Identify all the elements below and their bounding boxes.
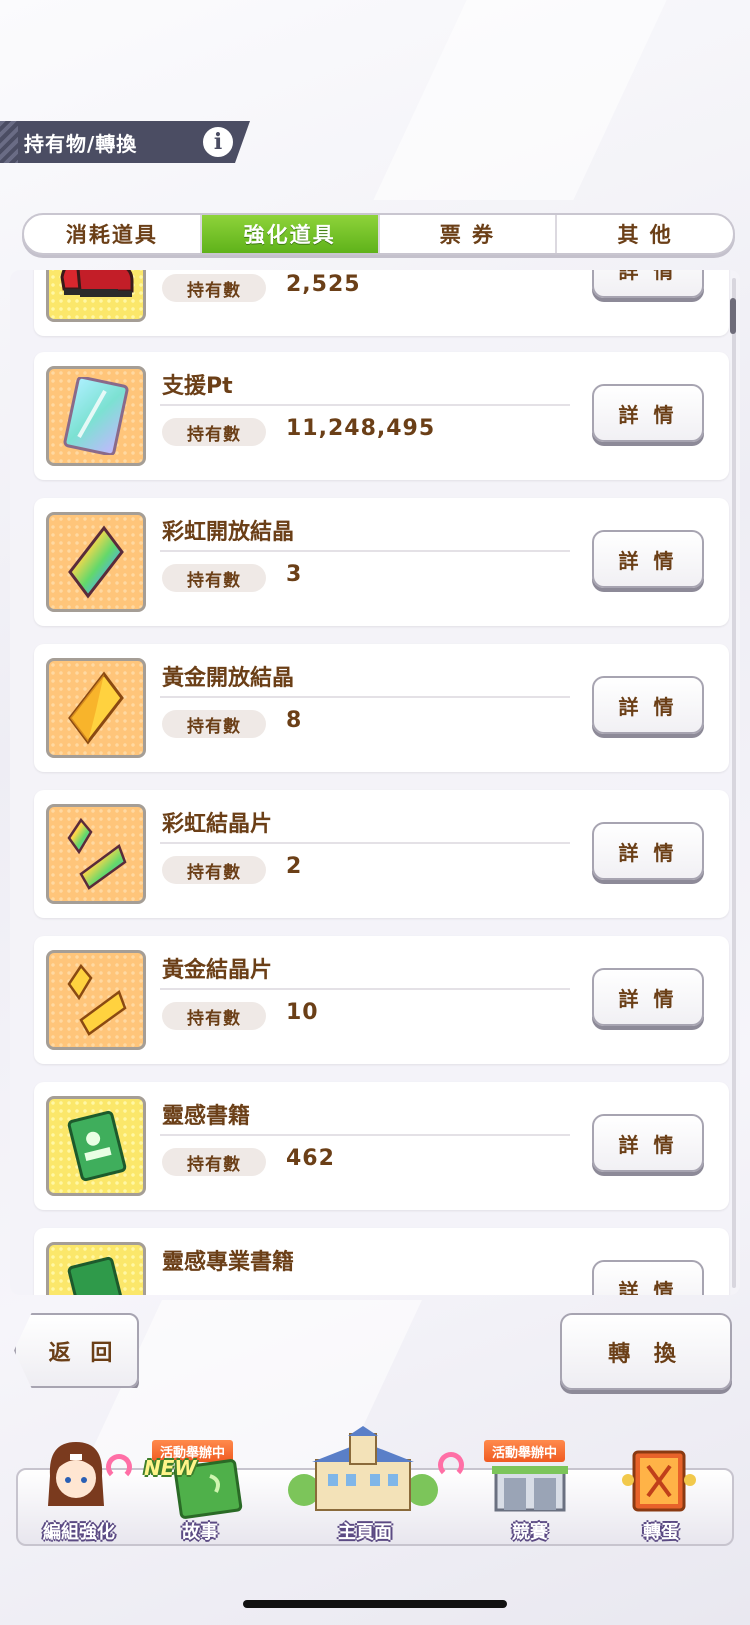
own-count-value: 2,525 <box>286 272 361 297</box>
tab-consumables[interactable]: 消耗道具 <box>24 215 202 253</box>
tab-other[interactable]: 其 他 <box>557 215 733 253</box>
divider <box>160 404 570 406</box>
horseshoe-icon <box>106 1454 132 1480</box>
nav-label: 主頁面 <box>338 1522 392 1543</box>
nav-label: 競賽 <box>512 1522 548 1543</box>
detail-button[interactable]: 詳 情 <box>592 270 704 298</box>
list-item: 黃金開放結晶 持有數 8 詳 情 <box>34 644 729 772</box>
running-shoes-icon <box>46 270 146 322</box>
detail-button[interactable]: 詳 情 <box>592 384 704 442</box>
pro-book-icon <box>46 1242 146 1295</box>
detail-button[interactable]: 詳 情 <box>592 822 704 880</box>
tab-enhancement[interactable]: 強化道具 <box>201 215 380 253</box>
own-count-value: 3 <box>286 562 303 587</box>
gold-crystal-icon <box>46 658 146 758</box>
own-count-value: 11,248,495 <box>286 416 436 441</box>
item-name: 彩虹開放結晶 <box>162 520 295 545</box>
own-count-value: 462 <box>286 1146 335 1171</box>
divider <box>160 696 570 698</box>
bottom-nav: 編組強化 活動舉辦中 NEW 故事 主頁面 活動舉辦中 競賽 轉蛋 <box>16 1426 734 1548</box>
item-name: 支援Pt <box>162 374 233 399</box>
item-name: 靈感專業書籍 <box>162 1250 295 1275</box>
info-icon[interactable]: i <box>200 124 236 160</box>
item-name: 黃金結晶片 <box>162 958 273 983</box>
inspiration-book-icon <box>46 1096 146 1196</box>
detail-button[interactable]: 詳 情 <box>592 530 704 588</box>
scrollbar-thumb[interactable] <box>730 298 736 334</box>
item-list[interactable]: 持有數 2,525 詳 情 支援Pt 持有數 11,248,495 詳 情 彩虹… <box>10 270 740 1295</box>
nav-item-story[interactable]: 活動舉辦中 NEW 故事 <box>140 1440 260 1548</box>
nav-item-race[interactable]: 活動舉辦中 競賽 <box>470 1440 590 1548</box>
own-count-value: 2 <box>286 854 303 879</box>
title-stripes <box>0 121 18 163</box>
own-count-value: 10 <box>286 1000 319 1025</box>
list-item: 彩虹開放結晶 持有數 3 詳 情 <box>34 498 729 626</box>
divider <box>160 1134 570 1136</box>
gold-shard-icon <box>46 950 146 1050</box>
rainbow-crystal-icon <box>46 512 146 612</box>
home-indicator[interactable] <box>243 1600 507 1608</box>
page-title: 持有物/轉換 <box>24 131 138 156</box>
gacha-door-icon <box>620 1446 698 1520</box>
list-item: 靈感專業書籍 詳 情 <box>34 1228 729 1295</box>
rainbow-shard-icon <box>46 804 146 904</box>
category-tabs: 消耗道具 強化道具 票 券 其 他 <box>22 213 735 255</box>
nav-item-home[interactable]: 主頁面 <box>260 1426 470 1548</box>
detail-button[interactable]: 詳 情 <box>592 1114 704 1172</box>
list-item: 持有數 2,525 詳 情 <box>34 270 729 336</box>
own-count-label: 持有數 <box>162 274 266 302</box>
school-building-icon <box>288 1426 438 1526</box>
list-item: 彩虹結晶片 持有數 2 詳 情 <box>34 790 729 918</box>
own-count-value: 8 <box>286 708 303 733</box>
list-item: 靈感書籍 持有數 462 詳 情 <box>34 1082 729 1210</box>
own-count-label: 持有數 <box>162 856 266 884</box>
background-shape <box>373 0 667 200</box>
new-badge: NEW <box>144 1456 197 1480</box>
nav-item-team[interactable]: 編組強化 <box>18 1442 140 1548</box>
item-name: 黃金開放結晶 <box>162 666 295 691</box>
divider <box>160 842 570 844</box>
item-name: 靈感書籍 <box>162 1104 251 1129</box>
back-button[interactable]: 返 回 <box>14 1313 139 1388</box>
horseshoe-icon <box>438 1452 464 1478</box>
event-banner: 活動舉辦中 <box>484 1440 566 1462</box>
own-count-label: 持有數 <box>162 418 266 446</box>
nav-label: 轉蛋 <box>643 1522 679 1543</box>
own-count-label: 持有數 <box>162 1148 266 1176</box>
item-name: 彩虹結晶片 <box>162 812 273 837</box>
convert-button[interactable]: 轉 換 <box>560 1313 732 1390</box>
list-item: 支援Pt 持有數 11,248,495 詳 情 <box>34 352 729 480</box>
detail-button[interactable]: 詳 情 <box>592 1260 704 1295</box>
divider <box>160 988 570 990</box>
own-count-label: 持有數 <box>162 564 266 592</box>
tab-tickets[interactable]: 票 券 <box>380 215 558 253</box>
detail-button[interactable]: 詳 情 <box>592 676 704 734</box>
detail-button[interactable]: 詳 情 <box>592 968 704 1026</box>
scrollbar-track[interactable] <box>732 278 736 1288</box>
list-item: 黃金結晶片 持有數 10 詳 情 <box>34 936 729 1064</box>
support-pt-card-icon <box>46 366 146 466</box>
nav-item-gacha[interactable]: 轉蛋 <box>590 1450 732 1548</box>
race-gate-icon <box>490 1460 570 1524</box>
own-count-label: 持有數 <box>162 710 266 738</box>
divider <box>160 550 570 552</box>
nav-label: 編組強化 <box>43 1522 115 1543</box>
nav-label: 故事 <box>182 1522 218 1543</box>
own-count-label: 持有數 <box>162 1002 266 1030</box>
character-icon <box>40 1436 112 1526</box>
